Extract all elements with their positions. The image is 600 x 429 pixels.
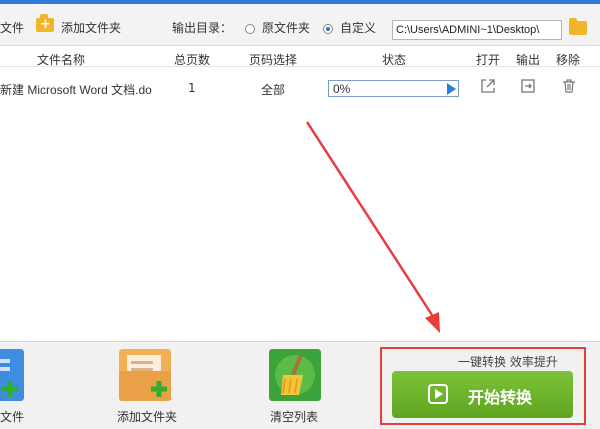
- file-list-area: [0, 108, 600, 341]
- row-progress-bar: 0%: [328, 80, 459, 97]
- clear-list-label[interactable]: 清空列表: [270, 408, 318, 425]
- add-file-button[interactable]: 文件: [0, 19, 24, 36]
- row-pages: 1: [188, 81, 196, 95]
- row-filename: 新建 Microsoft Word 文档.do: [0, 83, 152, 97]
- radio-source-folder[interactable]: [245, 24, 255, 34]
- add-folder-big-icon[interactable]: [119, 349, 171, 401]
- start-convert-label: 开始转换: [468, 388, 533, 407]
- add-file-big-label[interactable]: 文件: [0, 408, 24, 425]
- add-folder-big-label[interactable]: 添加文件夹: [117, 408, 177, 425]
- add-file-big-icon[interactable]: [0, 349, 24, 401]
- progress-text: 0%: [333, 82, 351, 96]
- open-file-icon[interactable]: [480, 78, 496, 94]
- progress-play-icon[interactable]: [447, 83, 456, 95]
- add-folder-button[interactable]: 添加文件夹: [61, 19, 121, 36]
- start-convert-button[interactable]: 开始转换: [392, 371, 573, 418]
- output-dir-label: 输出目录：: [172, 21, 233, 35]
- clear-list-icon[interactable]: [269, 349, 321, 401]
- row-page-selection[interactable]: 全部: [261, 81, 285, 98]
- header-filename: 文件名称: [37, 53, 86, 67]
- radio-source-folder-label[interactable]: 原文件夹: [262, 19, 310, 36]
- trash-icon[interactable]: [561, 78, 577, 94]
- header-status: 状态: [382, 53, 407, 67]
- header-output: 输出: [516, 53, 541, 67]
- header-remove: 移除: [556, 53, 581, 67]
- play-icon: [428, 384, 448, 404]
- header-open: 打开: [476, 53, 501, 67]
- radio-custom[interactable]: [323, 24, 333, 34]
- header-pages: 总页数: [174, 53, 211, 67]
- browse-folder-icon[interactable]: [569, 18, 587, 35]
- add-folder-icon[interactable]: +: [36, 14, 54, 32]
- slogan-text: 一键转换 效率提升: [458, 355, 558, 369]
- output-icon[interactable]: [520, 78, 536, 94]
- output-path-input[interactable]: [392, 20, 562, 40]
- header-page-selection: 页码选择: [249, 53, 298, 67]
- table-header: [0, 47, 600, 67]
- radio-custom-label[interactable]: 自定义: [340, 19, 376, 36]
